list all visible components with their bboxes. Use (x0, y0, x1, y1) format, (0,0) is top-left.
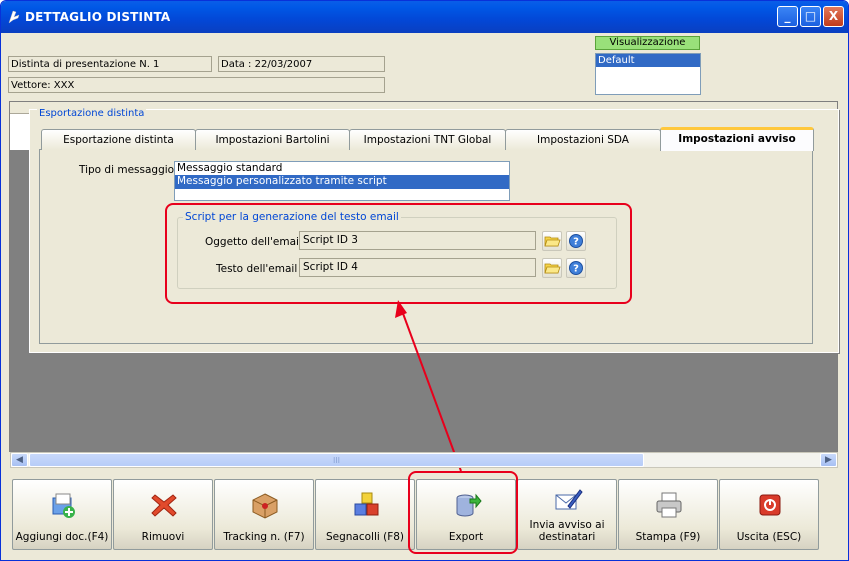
add-document-icon (52, 493, 75, 518)
scroll-right-button[interactable]: ▶ (820, 453, 837, 467)
window-title: DETTAGLIO DISTINTA (25, 10, 171, 24)
annotation-arrow (395, 300, 462, 472)
email-pen-icon (555, 489, 583, 510)
rimuovi-button[interactable]: Rimuovi (113, 479, 213, 550)
distinta-field: Distinta di presentazione N. 1 (8, 56, 212, 72)
minimize-button[interactable]: _ (777, 6, 798, 27)
scroll-left-button[interactable]: ◀ (11, 453, 28, 467)
tracking-button[interactable]: Tracking n. (F7) (214, 479, 314, 550)
message-type-standard[interactable]: Messaggio standard (175, 162, 509, 175)
package-icon (252, 493, 278, 519)
rimuovi-label: Rimuovi (141, 531, 185, 543)
uscita-button[interactable]: Uscita (ESC) (719, 479, 819, 550)
horizontal-scrollbar[interactable]: ◀ III ▶ (10, 452, 838, 468)
tracking-label: Tracking n. (F7) (223, 531, 305, 543)
tab-esportazione-distinta[interactable]: Esportazione distinta (41, 129, 196, 150)
tab-impostazioni-sda[interactable]: Impostazioni SDA (505, 129, 661, 150)
aggiungi-doc-button[interactable]: Aggiungi doc.(F4) (12, 479, 112, 550)
maximize-button[interactable]: □ (800, 6, 821, 27)
app-icon (7, 9, 21, 29)
highlight-script-box (165, 203, 632, 304)
title-bar[interactable]: DETTAGLIO DISTINTA _ □ X (1, 1, 848, 33)
tab-impostazioni-tnt-global[interactable]: Impostazioni TNT Global (349, 129, 506, 150)
stampa-label: Stampa (F9) (635, 531, 701, 543)
tab-impostazioni-bartolini[interactable]: Impostazioni Bartolini (195, 129, 350, 150)
vettore-field: Vettore: XXX (8, 77, 385, 93)
shapes-icon (354, 492, 379, 516)
scroll-thumb[interactable]: III (29, 453, 644, 467)
highlight-export-box (408, 471, 518, 554)
uscita-label: Uscita (ESC) (736, 531, 802, 543)
message-type-list[interactable]: Messaggio standard Messaggio personalizz… (174, 161, 510, 201)
visualizzazione-list[interactable]: Default (595, 53, 701, 95)
tab-impostazioni-avviso[interactable]: Impostazioni avviso (660, 127, 814, 151)
data-field: Data : 22/03/2007 (218, 56, 385, 72)
printer-icon (656, 492, 682, 518)
visualizzazione-option[interactable]: Default (596, 54, 700, 67)
segnacolli-label: Segnacolli (F8) (325, 531, 405, 543)
segnacolli-button[interactable]: Segnacolli (F8) (315, 479, 415, 550)
invia-avviso-label: Invia avviso ai destinatari (529, 519, 605, 543)
tipo-messaggio-label: Tipo di messaggio : (79, 164, 181, 176)
export-group-title: Esportazione distinta (37, 108, 147, 119)
close-button[interactable]: X (823, 6, 844, 27)
remove-x-icon (151, 494, 177, 517)
main-window: DETTAGLIO DISTINTA _ □ X Distinta di pre… (0, 0, 849, 561)
stampa-button[interactable]: Stampa (F9) (618, 479, 718, 550)
message-type-script[interactable]: Messaggio personalizzato tramite script (175, 175, 509, 189)
aggiungi-doc-label: Aggiungi doc.(F4) (15, 531, 109, 543)
visualizzazione-header: Visualizzazione (595, 36, 700, 50)
power-exit-icon (759, 494, 781, 516)
invia-avviso-button[interactable]: Invia avviso ai destinatari (517, 479, 617, 550)
